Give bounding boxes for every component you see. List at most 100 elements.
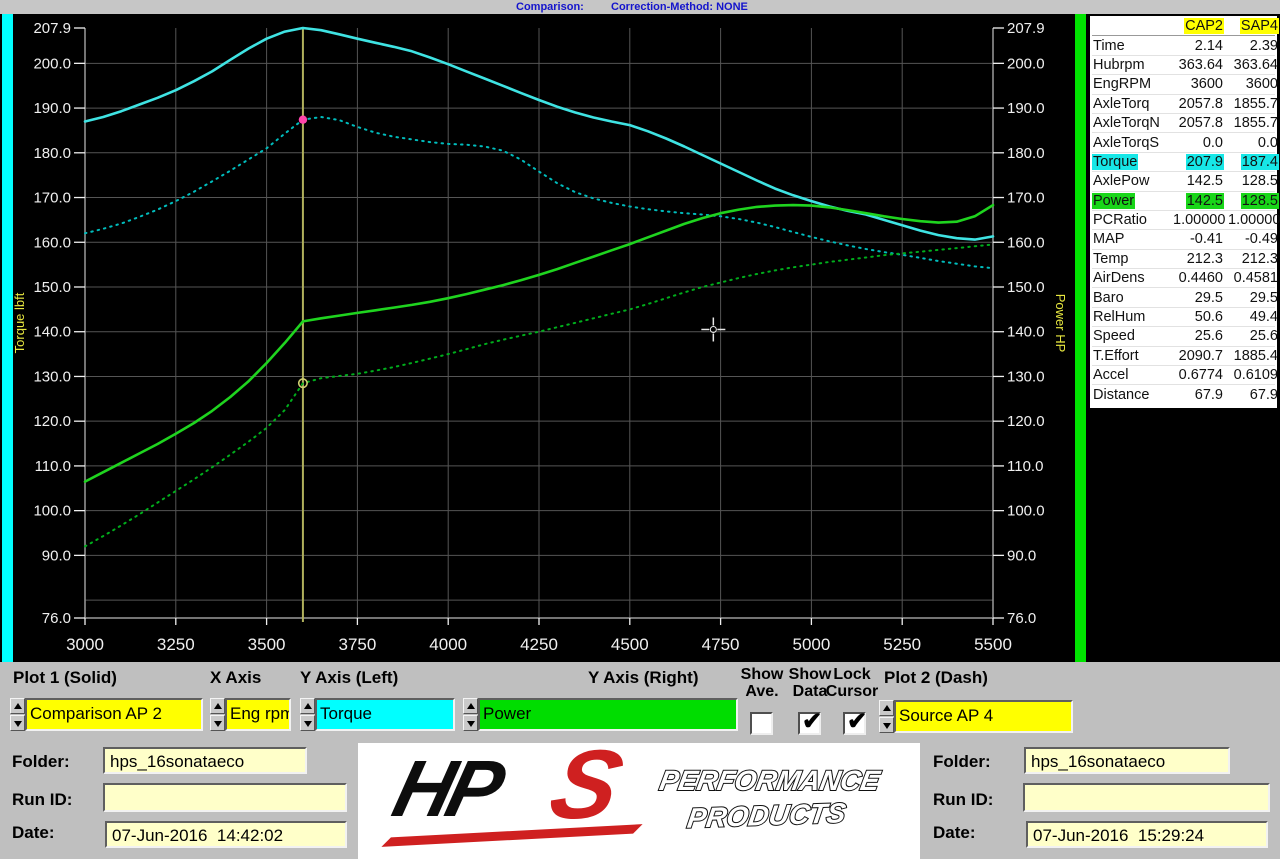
y-tick-label-right: 90.0 [1007,547,1036,564]
y-tick-label-left: 110.0 [35,458,71,475]
table-header-row: CAP2SAP4 [1092,17,1275,36]
x-tick-label: 3750 [338,635,376,654]
lock-cursor-checkbox[interactable]: ✔ [843,712,866,735]
cap2-value: 2057.8 [1178,96,1224,112]
spin-down-icon[interactable] [879,717,894,733]
channel-name: Time [1092,38,1126,54]
y-tick-label-right: 150.0 [1007,279,1045,296]
sap4-value: 1885.4 [1233,348,1279,364]
spin-down-icon[interactable] [210,715,225,731]
x-tick-label: 4000 [429,635,467,654]
spin-down-icon[interactable] [10,715,25,731]
sap4-value: 0.0 [1257,135,1279,151]
cap2-value: 25.6 [1194,328,1224,344]
runid-field-right[interactable] [1023,783,1270,812]
plot2-spinner[interactable] [879,700,894,733]
table-row: Distance67.967.9 [1092,385,1275,404]
folder-field-left[interactable]: hps_16sonataeco [103,747,307,774]
y-tick-label-right: 130.0 [1007,368,1045,385]
plot2-select[interactable]: Source AP 4 [894,700,1073,733]
channel-name: Distance [1092,387,1150,403]
cap2-value: 0.4460 [1178,270,1224,286]
x-tick-label: 4750 [702,635,740,654]
y-tick-label-right: 110.0 [1007,458,1043,475]
spin-down-icon[interactable] [463,715,478,731]
spin-up-icon[interactable] [879,700,894,716]
yaxis-right-label: Y Axis (Right) [588,668,699,688]
y-tick-label-right: 160.0 [1007,234,1045,251]
y-tick-label-right: 140.0 [1007,324,1045,341]
cap2-value: 29.5 [1194,290,1224,306]
correction-method-label: Correction-Method: NONE [611,1,748,13]
show-data-checkbox[interactable]: ✔ [798,712,821,735]
y-tick-label-left: 76.0 [42,610,71,627]
runid-label-right: Run ID: [933,790,993,810]
channel-name: Speed [1092,328,1136,344]
sap4-value: 29.5 [1249,290,1279,306]
yaxis-left-spinner[interactable] [300,698,315,731]
plot1-label: Plot 1 (Solid) [13,668,117,688]
x-tick-label: 5500 [974,635,1012,654]
date-field-right[interactable]: 07-Jun-2016 15:29:24 [1026,821,1268,848]
folder-field-right[interactable]: hps_16sonataeco [1024,747,1230,774]
cap2-value: 1.00000 [1172,212,1226,228]
y-tick-label-right: 180.0 [1007,145,1045,162]
table-row: RelHum50.649.4 [1092,308,1275,327]
date-label-left: Date: [12,823,55,843]
channel-name: AxlePow [1092,173,1150,189]
checkmark-icon: ✔ [802,707,822,736]
logo-s-text: S [542,743,632,833]
spin-up-icon[interactable] [210,698,225,714]
yaxis-right-select[interactable]: Power [478,698,738,731]
spin-up-icon[interactable] [463,698,478,714]
table-row: Speed25.625.6 [1092,327,1275,346]
cap2-value: 2057.8 [1178,115,1224,131]
sap4-value: 187.4 [1241,154,1279,170]
spin-up-icon[interactable] [300,698,315,714]
cap2-value: 2090.7 [1178,348,1224,364]
cap2-value: 207.9 [1186,154,1224,170]
title-bar: Comparison: Correction-Method: NONE [0,0,1280,14]
cap2-value: 0.0 [1202,135,1224,151]
plot1-select[interactable]: Comparison AP 2 [25,698,203,731]
chart-canvas[interactable]: 207.9207.9200.0200.0190.0190.0180.0180.0… [0,14,1087,662]
y-tick-label-left: 90.0 [42,547,71,564]
y-tick-label-left: 170.0 [33,190,71,207]
y-tick-label-left: 160.0 [33,234,71,251]
x-tick-label: 4250 [520,635,558,654]
xaxis-label: X Axis [210,668,261,688]
logo-products-text: PRODUCTS [685,797,848,834]
y-tick-label-right: 76.0 [1007,610,1036,627]
spin-down-icon[interactable] [300,715,315,731]
sap4-value: 1855.7 [1233,96,1279,112]
yaxis-left-select[interactable]: Torque [315,698,455,731]
show-ave-checkbox[interactable] [750,712,773,735]
table-row: AxleTorqN2057.81855.7 [1092,114,1275,133]
plot1-spinner[interactable] [10,698,25,731]
y-tick-label-right: 200.0 [1007,55,1045,72]
control-panel: Plot 1 (Solid) X Axis Y Axis (Left) Y Ax… [0,662,1280,859]
yaxis-right-spinner[interactable] [463,698,478,731]
plot2-label: Plot 2 (Dash) [884,668,988,688]
sap4-value: 128.5 [1241,173,1279,189]
xaxis-select[interactable]: Eng rpm [225,698,291,731]
table-row: AxleTorqS0.00.0 [1092,133,1275,152]
sap4-value: 25.6 [1249,328,1279,344]
sap4-value: 363.64 [1233,57,1279,73]
sap4-value: -0.49 [1244,231,1279,247]
date-field-left[interactable]: 07-Jun-2016 14:42:02 [105,821,347,848]
spin-up-icon[interactable] [10,698,25,714]
y-tick-label-left: 150.0 [33,279,71,296]
channel-name: T.Effort [1092,348,1140,364]
dyno-chart[interactable]: 207.9207.9200.0200.0190.0190.0180.0180.0… [0,14,1087,662]
sap4-value: 212.3 [1241,251,1279,267]
channel-name: MAP [1092,231,1125,247]
channel-name: Torque [1092,154,1138,170]
runid-field-left[interactable] [103,783,347,812]
x-tick-label: 5250 [883,635,921,654]
table-row: EngRPM36003600 [1092,75,1275,94]
y-tick-label-left: 120.0 [33,413,71,430]
xaxis-spinner[interactable] [210,698,225,731]
x-tick-label: 5000 [792,635,830,654]
sap4-value: 49.4 [1249,309,1279,325]
